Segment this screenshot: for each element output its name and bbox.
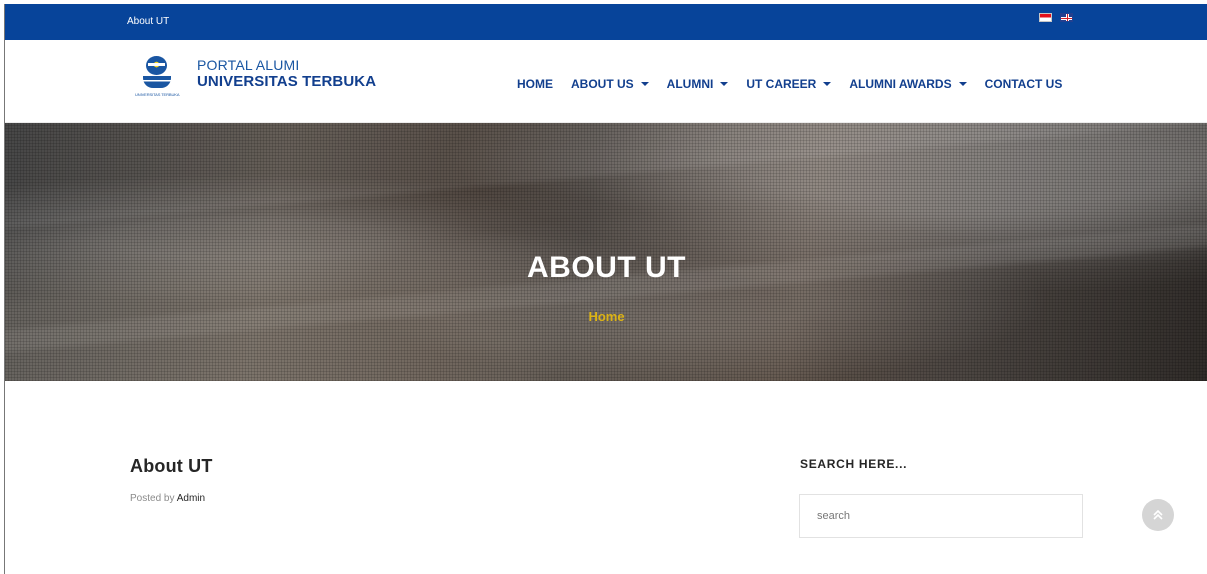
post-author-link[interactable]: Admin	[177, 493, 205, 504]
nav-ut-career[interactable]: UT CAREER	[746, 77, 832, 91]
scroll-to-top-button[interactable]	[1142, 499, 1174, 531]
search-widget-title: SEARCH HERE...	[800, 457, 908, 471]
nav-alumni-awards[interactable]: ALUMNI AWARDS	[849, 77, 967, 91]
logo-title-line2: UNIVERSITAS TERBUKA	[197, 73, 377, 90]
nav-contact-us[interactable]: CONTACT US	[985, 77, 1063, 91]
page-hero-banner: ABOUT UT Home	[5, 123, 1207, 381]
hero-content: ABOUT UT Home	[5, 123, 1207, 381]
university-emblem-icon: UNIVERSITAS TERBUKA	[135, 56, 180, 102]
hero-title: ABOUT UT	[527, 251, 686, 284]
search-widget	[799, 494, 1083, 538]
indonesia-flag-icon[interactable]	[1039, 13, 1052, 22]
main-content: About UT Posted by Admin SEARCH HERE...	[5, 381, 1207, 574]
logo-text: PORTAL ALUMI UNIVERSITAS TERBUKA	[197, 57, 376, 90]
post-meta: Posted by Admin	[130, 493, 205, 504]
chevron-down-icon	[640, 82, 649, 86]
nav-alumni-awards-label: ALUMNI AWARDS	[849, 77, 952, 91]
nav-alumni-label: ALUMNI	[666, 77, 714, 91]
nav-about-us-label: ABOUT US	[571, 77, 634, 91]
breadcrumb-home-link[interactable]: Home	[5, 309, 1207, 324]
nav-about-us[interactable]: ABOUT US	[571, 77, 649, 91]
nav-home[interactable]: HOME	[517, 77, 553, 91]
nav-home-label: HOME	[517, 77, 553, 91]
chevron-down-icon	[823, 82, 832, 86]
chevron-down-icon	[720, 82, 729, 86]
logo-title-line1: PORTAL ALUMI	[197, 57, 300, 73]
language-switcher	[1039, 13, 1073, 22]
top-bar-title: About UT	[127, 16, 170, 27]
main-menu: HOME ABOUT US ALUMNI UT CAREER ALUMNI AW…	[517, 77, 1062, 91]
page-frame: About UT UNIVERSITAS TERBUKA PORTAL ALUM…	[4, 4, 1207, 574]
top-bar: About UT	[5, 4, 1207, 40]
chevron-down-icon	[958, 82, 967, 86]
emblem-globe-icon	[146, 56, 167, 75]
double-chevron-up-icon	[1153, 509, 1163, 520]
site-logo[interactable]: UNIVERSITAS TERBUKA PORTAL ALUMI UNIVERS…	[135, 56, 376, 102]
main-navbar: UNIVERSITAS TERBUKA PORTAL ALUMI UNIVERS…	[5, 40, 1207, 123]
united-kingdom-flag-icon[interactable]	[1060, 13, 1073, 22]
post-title: About UT	[130, 456, 213, 476]
nav-alumni[interactable]: ALUMNI	[667, 77, 729, 91]
nav-contact-us-label: CONTACT US	[984, 77, 1063, 91]
search-input[interactable]	[800, 495, 1082, 537]
emblem-book-icon	[143, 76, 171, 88]
emblem-caption: UNIVERSITAS TERBUKA	[135, 92, 180, 97]
nav-ut-career-label: UT CAREER	[746, 77, 817, 91]
post-meta-prefix: Posted by	[130, 493, 175, 504]
